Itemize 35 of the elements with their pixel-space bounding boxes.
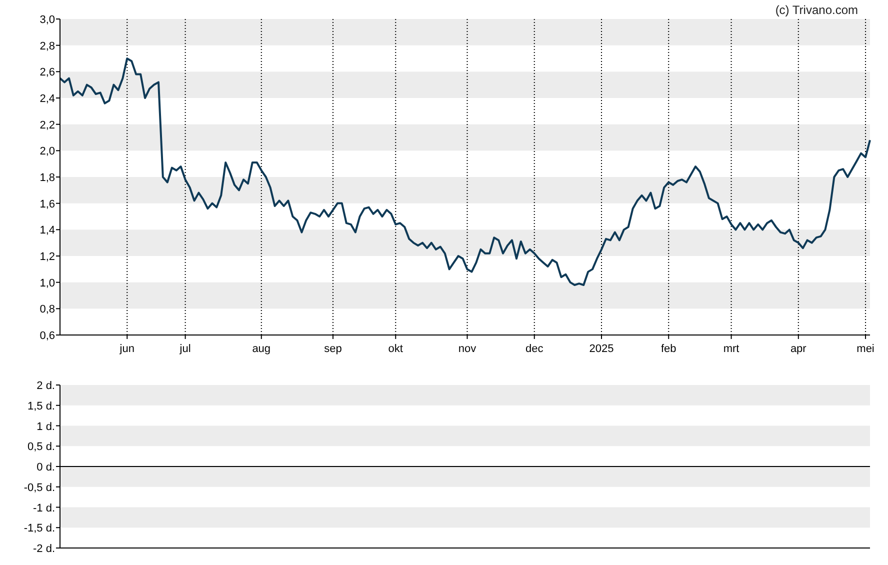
axis-label: 3,0 [40, 14, 55, 26]
axis-label: 1,6 [40, 198, 55, 210]
axis-label: 0,8 [40, 304, 55, 316]
axis-label: 1 d. [36, 420, 55, 433]
axis-label: sep [324, 343, 342, 355]
axis-label: 2 d. [36, 380, 55, 392]
axis-label: 1,0 [40, 277, 55, 290]
axis-label: 2025 [589, 343, 614, 355]
axis-label: okt [388, 343, 403, 355]
axis-label: -1 d. [32, 502, 55, 514]
axis-label: apr [790, 343, 806, 355]
axis-label: 0,5 d. [27, 441, 55, 454]
axis-label: 0,6 [40, 330, 55, 342]
axis-label: aug [252, 343, 271, 355]
axis-label: -2 d. [32, 543, 55, 555]
axis-label: mei [856, 343, 874, 355]
axis-label: jun [120, 343, 134, 355]
axis-label: 1,5 d. [27, 400, 55, 412]
axis-label: 2,2 [40, 119, 55, 132]
axis-label: mrt [723, 343, 740, 355]
axis-label: 2,6 [40, 66, 55, 79]
axis-label: 2,0 [40, 146, 55, 158]
copyright-text: (c) Trivano.com [775, 2, 858, 19]
axis-label: 1,4 [40, 224, 55, 237]
axis-label: feb [660, 343, 676, 355]
axis-label: -1,5 d. [24, 522, 55, 535]
axis-label: 1,2 [40, 251, 55, 263]
axis-label: 2,4 [40, 93, 55, 105]
axis-label: jul [180, 343, 191, 355]
axis-label: nov [458, 343, 476, 355]
axis-label: 2,8 [40, 40, 55, 52]
axis-label: -0,5 d. [24, 482, 55, 494]
axis-label: 1,8 [40, 172, 55, 184]
axis-label: dec [526, 343, 544, 355]
axis-label: 0 d. [36, 462, 55, 474]
